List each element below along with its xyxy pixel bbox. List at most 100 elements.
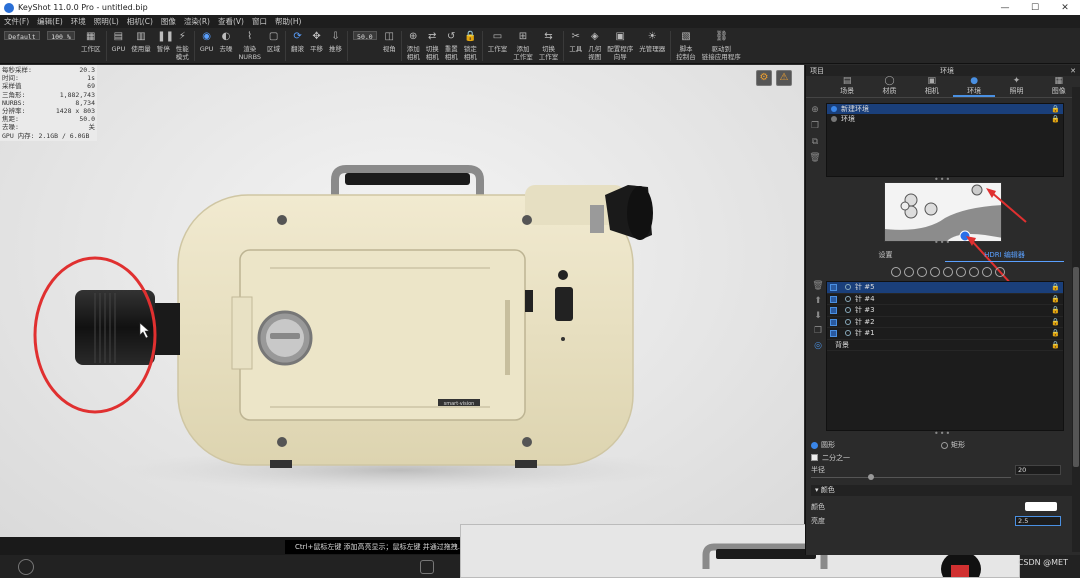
toolbar-button-add-studio[interactable]: ⊞ 添加 工作室	[510, 31, 536, 61]
tab-environment[interactable]: ● 环境	[952, 76, 996, 97]
menu-item[interactable]: 渲染(R)	[180, 16, 214, 27]
add-env-icon[interactable]: ⊕	[809, 105, 821, 115]
color-pin-icon[interactable]	[995, 267, 1005, 277]
toolbar-button-pause[interactable]: ❚❚ 暂停	[154, 31, 174, 53]
menu-item[interactable]: 查看(V)	[214, 16, 248, 27]
move-up-icon[interactable]: ⬆	[812, 296, 824, 306]
pin-visible-checkbox[interactable]	[830, 295, 837, 303]
zoom-select[interactable]: 100 %	[47, 31, 75, 41]
toolbar-button-script-console[interactable]: ▧ 脚本 控制台	[673, 31, 699, 61]
menu-item[interactable]: 窗口	[248, 16, 271, 27]
tab-settings[interactable]: 设置	[826, 250, 945, 262]
list-item[interactable]: 针 #1 🔒	[827, 328, 1063, 340]
duplicate-pin-icon[interactable]: ❐	[812, 326, 824, 336]
toolbar-button-performance[interactable]: ⚡ 性能 模式	[173, 31, 192, 61]
tab-camera[interactable]: ▣ 相机	[911, 76, 953, 97]
toolbar-button-switch-camera[interactable]: ⇄ 切换 相机	[423, 31, 442, 61]
list-item[interactable]: 新建环境 🔒	[827, 104, 1063, 114]
color-swatch[interactable]	[1025, 502, 1057, 511]
library-icon[interactable]	[18, 559, 34, 575]
lock-icon[interactable]: 🔒	[1051, 340, 1060, 352]
panel-scrollbar[interactable]	[1072, 87, 1080, 552]
shape-circle-radio[interactable]: 圆形	[811, 440, 941, 450]
lock-icon[interactable]: 🔒	[1051, 282, 1060, 294]
duplicate-env-icon[interactable]: ❐	[809, 121, 821, 131]
render-viewport[interactable]: smart·vision 每秒采样: 20.3 时间: 1s 采样值 69 三角形: 1,88…	[0, 65, 804, 537]
list-item[interactable]: 针 #5 🔒	[827, 282, 1063, 294]
image-pin-icon[interactable]	[943, 267, 953, 277]
menu-item[interactable]: 环境	[67, 16, 90, 27]
panel-close-icon[interactable]: ✕	[1070, 67, 1076, 75]
gradient-pin-icon[interactable]	[956, 267, 966, 277]
pin-visible-checkbox[interactable]	[830, 330, 837, 337]
toolbar-button-geometry-view[interactable]: ◈ 几何 视图	[585, 31, 604, 61]
list-item[interactable]: 针 #3 🔒	[827, 305, 1063, 317]
tab-hdri-editor[interactable]: HDRI 编辑器	[945, 250, 1064, 262]
lock-icon[interactable]: 🔒	[1051, 294, 1060, 306]
viewport-settings-icon[interactable]: ⚙	[756, 70, 772, 86]
tab-lighting[interactable]: ✦ 照明	[995, 76, 1037, 97]
fov-input[interactable]: 50.0	[353, 31, 377, 41]
menu-item[interactable]: 文件(F)	[0, 16, 33, 27]
pin-visible-checkbox[interactable]	[830, 284, 837, 291]
sky-pin-icon[interactable]	[982, 267, 992, 277]
radius-input[interactable]: 20	[1015, 464, 1061, 475]
toolbar-button-tools[interactable]: ✂ 工具	[566, 31, 585, 53]
toolbar-button-nurbs[interactable]: ⌇ 渲染 NURBS	[235, 31, 264, 61]
toolbar-button-switch-studio[interactable]: ⇆ 切换 工作室	[536, 31, 562, 61]
toolbar-button-configurator[interactable]: ▣ 配置程序 向导	[604, 31, 636, 61]
minimize-button[interactable]: —	[990, 3, 1020, 13]
add-pin-icon-3[interactable]	[917, 267, 927, 277]
toolbar-button-region[interactable]: ▢ 区域	[264, 31, 283, 53]
toolbar-button-dolly[interactable]: ⇩ 推移	[326, 31, 345, 53]
copy-env-icon[interactable]: ⧉	[809, 137, 821, 147]
sun-pin-icon[interactable]	[969, 267, 979, 277]
preset-select[interactable]: Default	[4, 31, 40, 41]
lock-icon[interactable]: 🔒	[1051, 317, 1060, 329]
toolbar-button-gpu[interactable]: ▤ GPU	[109, 31, 129, 53]
toolbar-button-link-app[interactable]: ⛓ 驱动到 链接应用程序	[699, 31, 744, 61]
delete-env-icon[interactable]: 🗑	[809, 153, 821, 163]
half-checkbox[interactable]	[811, 454, 818, 461]
tab-material[interactable]: ◯ 材质	[868, 76, 910, 97]
toolbar-button-pan[interactable]: ✥ 平移	[307, 31, 326, 53]
list-item[interactable]: 针 #2 🔒	[827, 317, 1063, 329]
color-section[interactable]: ▾ 颜色	[811, 485, 1073, 496]
move-down-icon[interactable]: ⬇	[812, 311, 824, 321]
brightness-input[interactable]: 2.5	[1015, 515, 1061, 526]
close-button[interactable]: ✕	[1050, 3, 1080, 13]
toolbar-button-reset-camera[interactable]: ↺ 重置 相机	[442, 31, 461, 61]
pin-visible-checkbox[interactable]	[830, 318, 837, 326]
toolbar-button-gpu-toggle[interactable]: ◉ GPU	[197, 31, 217, 53]
target-pin-icon[interactable]: ◎	[812, 341, 824, 351]
menu-item[interactable]: 相机(C)	[123, 16, 157, 27]
toolbar-button-denoise[interactable]: ◐ 去噪	[216, 31, 235, 53]
list-item[interactable]: 环境 🔒	[827, 114, 1063, 124]
add-pin-icon[interactable]	[891, 267, 901, 277]
toolbar-button-studio[interactable]: ▭ 工作室	[485, 31, 511, 53]
import-icon[interactable]	[420, 560, 434, 574]
lock-icon[interactable]: 🔒	[1051, 328, 1060, 340]
toolbar-button-tumble[interactable]: ⟳ 翻滚	[288, 31, 307, 53]
toolbar-button-fov[interactable]: ◫ 视角	[380, 31, 399, 53]
toolbar-button-usage[interactable]: ▥ 使用量	[128, 31, 154, 53]
toolbar-button-add-camera[interactable]: ⊕ 添加 相机	[404, 31, 423, 61]
radius-slider[interactable]	[811, 474, 1011, 480]
add-pin-icon-4[interactable]	[930, 267, 940, 277]
delete-pin-icon[interactable]: 🗑	[812, 281, 824, 291]
toolbar-button-light-manager[interactable]: ☀ 光管理器	[636, 31, 668, 53]
toolbar-button-workspace[interactable]: ▦ 工作区	[78, 31, 104, 53]
toolbar-button-lock-camera[interactable]: 🔒 锁定 相机	[461, 31, 480, 61]
menu-item[interactable]: 图像	[157, 16, 180, 27]
shape-rect-radio[interactable]: 矩形	[941, 440, 965, 450]
menu-item[interactable]: 编辑(E)	[33, 16, 67, 27]
maximize-button[interactable]: ☐	[1020, 3, 1050, 13]
warning-icon[interactable]: ⚠	[776, 70, 792, 86]
tab-scene[interactable]: ▤ 场景	[826, 76, 868, 97]
list-item[interactable]: 背景 🔒	[827, 340, 1063, 352]
pin-visible-checkbox[interactable]	[830, 307, 837, 314]
list-item[interactable]: 针 #4 🔒	[827, 294, 1063, 306]
menu-item[interactable]: 帮助(H)	[271, 16, 306, 27]
add-pin-icon-2[interactable]	[904, 267, 914, 277]
menu-item[interactable]: 照明(L)	[90, 16, 123, 27]
